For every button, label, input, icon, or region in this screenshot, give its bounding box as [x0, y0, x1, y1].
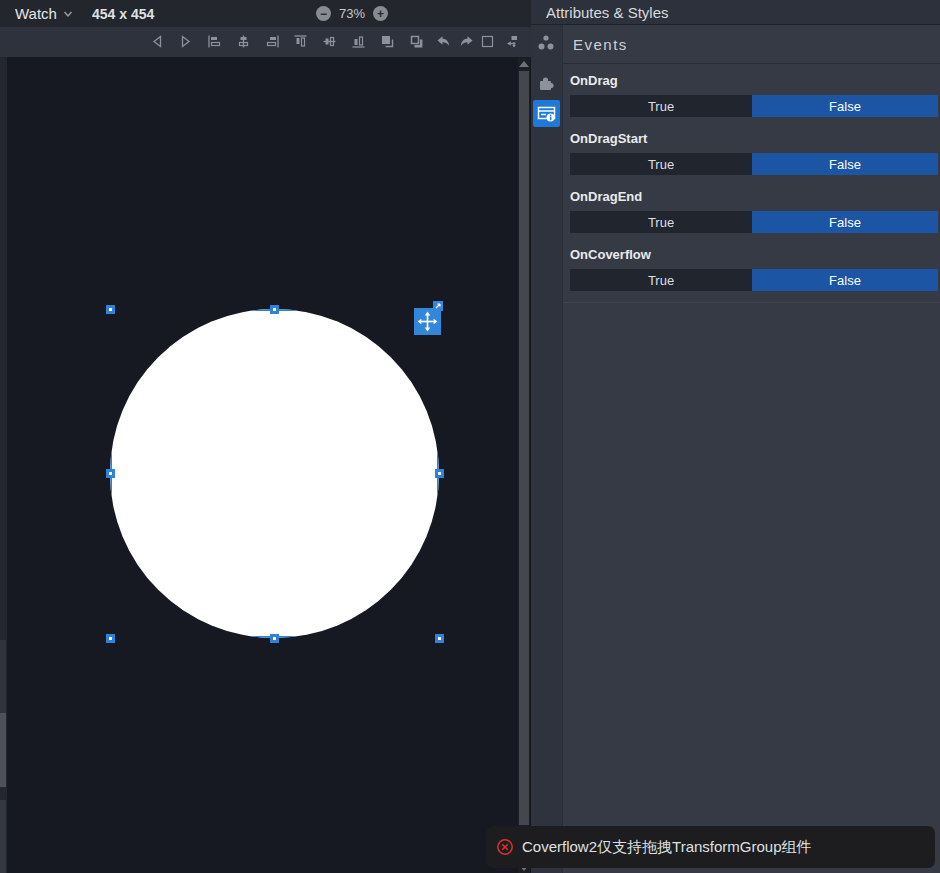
resize-arrow-ne-icon[interactable] [433, 301, 443, 311]
scrollbar-up-arrow[interactable] [519, 61, 529, 67]
error-message: Coverflow2仅支持拖拽TransformGroup组件 [522, 838, 812, 857]
ondragend-true-button[interactable]: True [570, 211, 752, 233]
selection-outline [110, 309, 439, 638]
plugin-puzzle-icon[interactable] [536, 74, 556, 94]
zoom-level: 73% [339, 6, 365, 21]
design-canvas[interactable] [7, 57, 518, 873]
zoom-out-button[interactable]: − [316, 6, 331, 21]
ondrag-true-button[interactable]: True [570, 95, 752, 117]
resize-handle-e[interactable] [435, 469, 444, 478]
align-middle-vertical-icon[interactable] [321, 33, 338, 50]
bring-forward-icon[interactable] [379, 33, 396, 50]
resize-handle-nw[interactable] [106, 305, 115, 314]
align-center-horizontal-icon[interactable] [235, 33, 252, 50]
resize-handle-n[interactable] [270, 305, 279, 314]
error-toast: Coverflow2仅支持拖拽TransformGroup组件 [486, 826, 935, 868]
chevron-down-icon [62, 8, 74, 20]
align-left-icon[interactable] [206, 33, 223, 50]
left-edge-panel [0, 57, 7, 873]
event-label-ondrag: OnDrag [570, 73, 618, 88]
panel-divider [563, 302, 940, 303]
event-toggle-ondragstart: True False [570, 153, 938, 175]
event-toggle-oncoverflow: True False [570, 269, 938, 291]
ondragend-false-button[interactable]: False [752, 211, 938, 233]
events-section-header: Events [563, 25, 940, 64]
left-edge-scroll-thumb[interactable] [0, 713, 6, 787]
send-backward-icon[interactable] [408, 33, 425, 50]
scrollbar-thumb[interactable] [519, 71, 529, 825]
event-label-ondragend: OnDragEnd [570, 189, 642, 204]
attributes-panel-header: Attributes & Styles [531, 0, 940, 25]
ondragstart-true-button[interactable]: True [570, 153, 752, 175]
left-edge-segment [0, 640, 6, 713]
step-forward-icon[interactable] [177, 33, 194, 50]
align-bottom-icon[interactable] [350, 33, 367, 50]
error-icon [496, 838, 514, 856]
resize-handle-se[interactable] [435, 634, 444, 643]
panel-icon-strip [531, 25, 562, 873]
transform-group-icon[interactable] [503, 33, 520, 50]
resize-handle-s[interactable] [270, 634, 279, 643]
move-handle[interactable] [414, 308, 441, 335]
attributes-panel-title: Attributes & Styles [546, 4, 669, 21]
align-top-icon[interactable] [292, 33, 309, 50]
redo-icon[interactable] [458, 33, 475, 50]
event-toggle-ondrag: True False [570, 95, 938, 117]
step-backward-icon[interactable] [149, 33, 166, 50]
nodes-icon[interactable] [536, 33, 556, 53]
watch-dropdown[interactable]: Watch [15, 0, 74, 27]
move-arrows-icon [417, 311, 438, 332]
marquee-select-icon[interactable] [479, 33, 496, 50]
events-section-title: Events [573, 36, 628, 53]
event-label-ondragstart: OnDragStart [570, 131, 647, 146]
ondragstart-false-button[interactable]: False [752, 153, 938, 175]
app-window: Watch 454 x 454 − 73% + Attributes & Sty… [0, 0, 940, 873]
canvas-dimensions: 454 x 454 [92, 0, 154, 27]
resize-handle-sw[interactable] [106, 634, 115, 643]
canvas-toolbar [0, 27, 531, 57]
oncoverflow-false-button[interactable]: False [752, 269, 938, 291]
attributes-info-icon[interactable] [533, 100, 560, 127]
oncoverflow-true-button[interactable]: True [570, 269, 752, 291]
align-right-icon[interactable] [264, 33, 281, 50]
zoom-in-button[interactable]: + [373, 6, 388, 21]
watch-dropdown-label: Watch [15, 5, 57, 22]
zoom-controls: − 73% + [316, 0, 388, 27]
resize-handle-w[interactable] [106, 469, 115, 478]
event-label-oncoverflow: OnCoverflow [570, 247, 651, 262]
topbar: Watch 454 x 454 − 73% + [0, 0, 531, 27]
event-toggle-ondragend: True False [570, 211, 938, 233]
undo-icon[interactable] [435, 33, 452, 50]
ondrag-false-button[interactable]: False [752, 95, 938, 117]
attributes-panel: Events OnDrag True False OnDragStart Tru… [562, 25, 940, 873]
left-edge-segment [0, 800, 6, 873]
canvas-scrollbar[interactable] [518, 57, 530, 873]
